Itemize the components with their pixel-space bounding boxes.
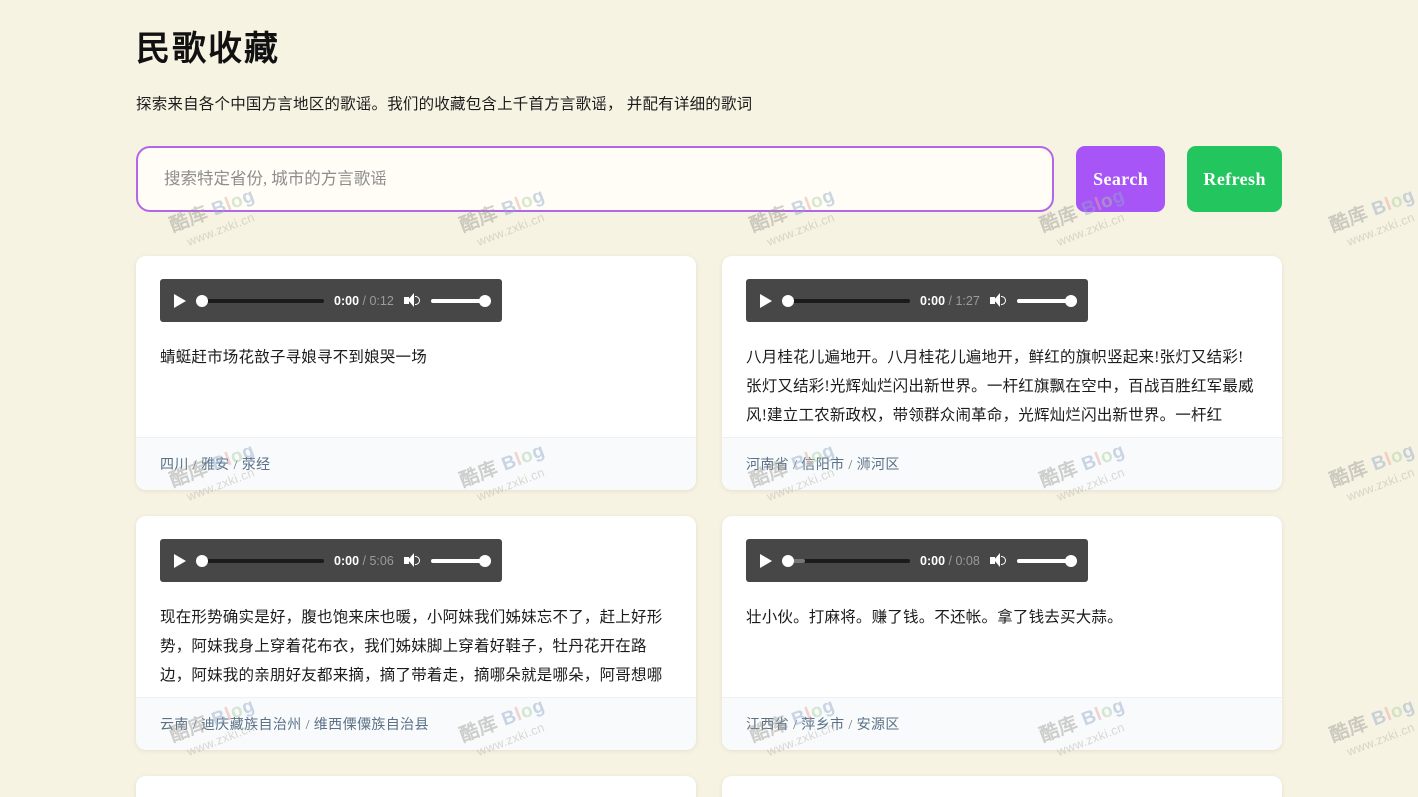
progress-track <box>196 299 324 303</box>
volume-icon[interactable] <box>404 553 421 568</box>
volume-thumb[interactable] <box>1065 555 1077 567</box>
volume-slider[interactable] <box>1017 294 1077 308</box>
song-card-body: 0:00 / 0:08 壮小伙。打麻将。赚了钱。不还帐。拿了钱去买大蒜。 <box>722 516 1282 697</box>
volume-slider[interactable] <box>1017 554 1077 568</box>
time-display: 0:00 / 5:06 <box>334 554 394 568</box>
play-icon[interactable] <box>760 294 772 308</box>
song-card-body: 0:00 / 0:12 蜻蜓赶市场花敨子寻娘寻不到娘哭一场 <box>136 256 696 437</box>
time-separator: / <box>949 554 952 568</box>
time-display: 0:00 / 0:08 <box>920 554 980 568</box>
current-time: 0:00 <box>920 294 945 308</box>
speaker-wave <box>415 296 420 305</box>
volume-thumb[interactable] <box>479 295 491 307</box>
volume-icon[interactable] <box>990 293 1007 308</box>
play-icon[interactable] <box>174 294 186 308</box>
search-button[interactable]: Search <box>1076 146 1165 212</box>
volume-slider[interactable] <box>431 554 491 568</box>
speaker-wave <box>1001 296 1006 305</box>
song-location: 四川 / 雅安 / 荥经 <box>136 437 696 490</box>
song-lyrics: 蜻蜓赶市场花敨子寻娘寻不到娘哭一场 <box>160 344 672 437</box>
song-card: 0:00 / 0:12 蜻蜓赶市场花敨子寻娘寻不到娘哭一场 <box>136 256 696 490</box>
time-display: 0:00 / 1:27 <box>920 294 980 308</box>
progress-thumb[interactable] <box>196 295 208 307</box>
volume-icon[interactable] <box>404 293 421 308</box>
song-card: 0:00 / 5:06 现在形势确实是好，腹也饱来床也暖，小阿妹我们姊妹忘不了 <box>136 516 696 750</box>
play-icon[interactable] <box>760 554 772 568</box>
song-lyrics: 八月桂花儿遍地开。八月桂花儿遍地开，鲜红的旗帜竖起来!张灯又结彩!张灯又结彩!光… <box>746 344 1258 437</box>
audio-player[interactable]: 0:00 / 0:12 <box>160 279 502 322</box>
volume-icon[interactable] <box>990 553 1007 568</box>
current-time: 0:00 <box>334 294 359 308</box>
song-lyrics: 现在形势确实是好，腹也饱来床也暖，小阿妹我们姊妹忘不了，赶上好形势，阿妹我身上穿… <box>160 604 672 697</box>
volume-slider[interactable] <box>431 294 491 308</box>
song-location: 云南 / 迪庆藏族自治州 / 维西傈僳族自治县 <box>136 697 696 750</box>
song-card-body: 0:00 / 5:06 现在形势确实是好，腹也饱来床也暖，小阿妹我们姊妹忘不了 <box>136 516 696 697</box>
search-row: Search Refresh <box>136 146 1282 212</box>
time-separator: / <box>363 554 366 568</box>
song-card-body <box>136 776 696 797</box>
song-card: 0:00 / 1:27 八月桂花儿遍地开。八月桂花儿遍地开，鲜红的旗帜竖起来! <box>722 256 1282 490</box>
speaker-cone <box>994 553 1000 567</box>
play-icon[interactable] <box>174 554 186 568</box>
current-time: 0:00 <box>334 554 359 568</box>
song-card-body <box>722 776 1282 797</box>
progress-slider[interactable] <box>782 294 910 308</box>
refresh-button[interactable]: Refresh <box>1187 146 1282 212</box>
progress-thumb[interactable] <box>782 295 794 307</box>
song-card <box>722 776 1282 797</box>
audio-player[interactable]: 0:00 / 1:27 <box>746 279 1088 322</box>
volume-thumb[interactable] <box>479 555 491 567</box>
audio-player[interactable]: 0:00 / 5:06 <box>160 539 502 582</box>
song-card <box>136 776 696 797</box>
volume-thumb[interactable] <box>1065 295 1077 307</box>
page-subtitle: 探索来自各个中国方言地区的歌谣。我们的收藏包含上千首方言歌谣， 并配有详细的歌词 <box>136 92 1282 114</box>
song-lyrics: 壮小伙。打麻将。赚了钱。不还帐。拿了钱去买大蒜。 <box>746 604 1258 697</box>
page-title: 民歌收藏 <box>136 28 1282 72</box>
total-time: 0:12 <box>369 294 393 308</box>
total-time: 1:27 <box>955 294 979 308</box>
progress-track <box>196 559 324 563</box>
progress-thumb[interactable] <box>196 555 208 567</box>
total-time: 0:08 <box>955 554 979 568</box>
time-separator: / <box>363 294 366 308</box>
speaker-cone <box>408 553 414 567</box>
speaker-cone <box>408 293 414 307</box>
song-card-body: 0:00 / 1:27 八月桂花儿遍地开。八月桂花儿遍地开，鲜红的旗帜竖起来! <box>722 256 1282 437</box>
progress-slider[interactable] <box>196 294 324 308</box>
song-location: 江西省 / 萍乡市 / 安源区 <box>722 697 1282 750</box>
speaker-cone <box>994 293 1000 307</box>
speaker-wave <box>1001 556 1006 565</box>
page-container: 民歌收藏 探索来自各个中国方言地区的歌谣。我们的收藏包含上千首方言歌谣， 并配有… <box>0 0 1418 797</box>
audio-player[interactable]: 0:00 / 0:08 <box>746 539 1088 582</box>
progress-thumb[interactable] <box>782 555 794 567</box>
song-card: 0:00 / 0:08 壮小伙。打麻将。赚了钱。不还帐。拿了钱去买大蒜。 <box>722 516 1282 750</box>
progress-slider[interactable] <box>782 554 910 568</box>
total-time: 5:06 <box>369 554 393 568</box>
current-time: 0:00 <box>920 554 945 568</box>
time-display: 0:00 / 0:12 <box>334 294 394 308</box>
time-separator: / <box>949 294 952 308</box>
progress-track <box>782 299 910 303</box>
speaker-wave <box>415 556 420 565</box>
song-card-grid: 0:00 / 0:12 蜻蜓赶市场花敨子寻娘寻不到娘哭一场 <box>136 256 1282 797</box>
song-location: 河南省 / 信阳市 / 浉河区 <box>722 437 1282 490</box>
progress-slider[interactable] <box>196 554 324 568</box>
search-input[interactable] <box>136 146 1054 212</box>
